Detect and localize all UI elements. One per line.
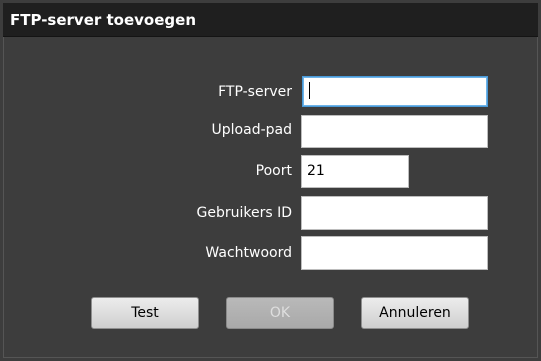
port-label: Poort [255,163,292,179]
ftp-server-label: FTP-server [218,84,292,100]
user-id-input[interactable] [301,196,488,230]
dialog-title: FTP-server toevoegen [10,11,196,29]
port-value: 21 [307,163,325,179]
upload-path-label: Upload-pad [211,122,292,138]
text-caret [309,82,310,99]
ok-button[interactable]: OK [226,297,334,329]
upload-path-input[interactable] [301,115,488,148]
password-input[interactable] [301,236,488,270]
test-button[interactable]: Test [91,297,199,329]
ftp-server-input[interactable] [302,76,488,107]
dialog-titlebar: FTP-server toevoegen [3,3,538,37]
port-input[interactable]: 21 [301,155,409,188]
add-ftp-server-dialog: FTP-server toevoegen FTP-server Upload-p… [0,0,541,361]
cancel-button[interactable]: Annuleren [361,297,469,329]
user-id-label: Gebruikers ID [196,205,293,221]
password-label: Wachtwoord [205,245,292,261]
